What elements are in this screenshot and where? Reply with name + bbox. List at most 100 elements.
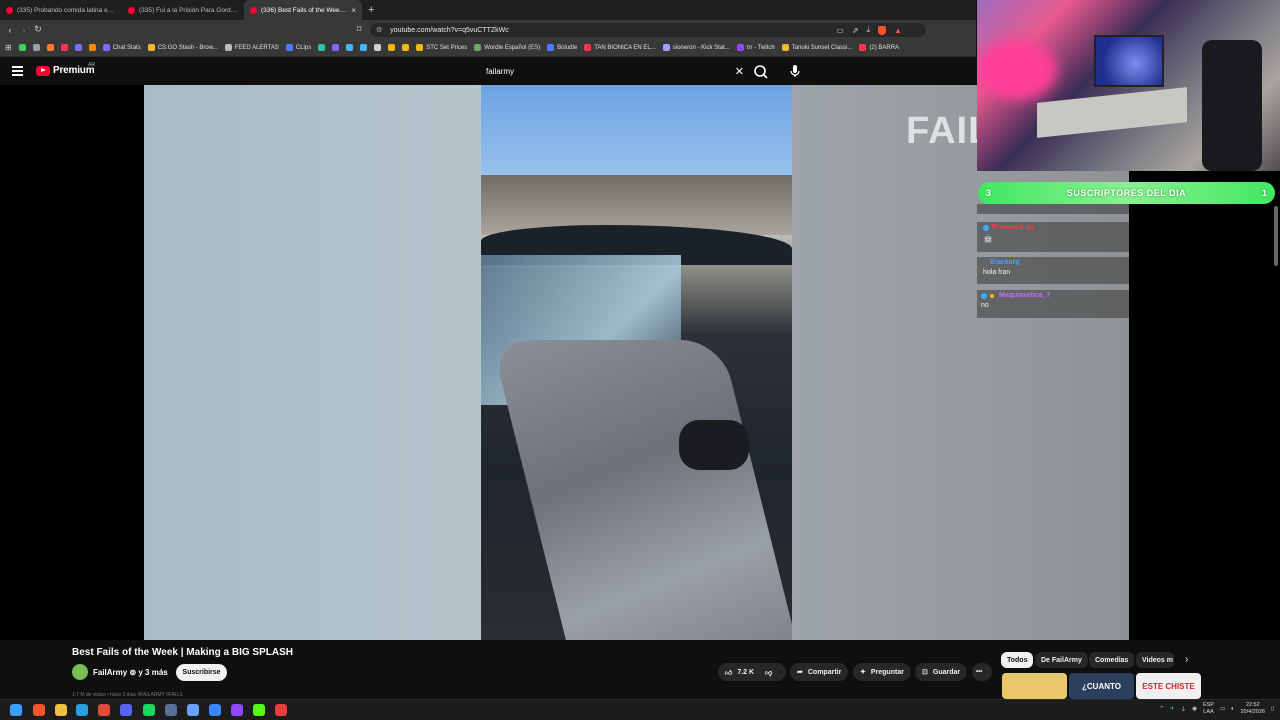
windows-taskbar: ⌃ ✈ ⏚ ◉ ESP LAA ▭ 🔈︎ 22:52 20/4/2026 ▯ bbox=[0, 699, 1280, 720]
spotify-icon[interactable] bbox=[143, 704, 155, 716]
bookmark-item[interactable]: Chat Stats bbox=[102, 44, 141, 51]
chrome-icon[interactable] bbox=[98, 704, 110, 716]
language-indicator[interactable]: ESP LAA bbox=[1203, 702, 1214, 716]
bookmark-item[interactable]: FEED ALERTAS bbox=[224, 44, 279, 51]
youtube-masthead: Premium AR failarmy ✕ bbox=[0, 57, 976, 85]
bookmark-page-icon[interactable]: ⌑ bbox=[352, 24, 366, 35]
network-icon[interactable] bbox=[187, 704, 199, 716]
search-input[interactable]: failarmy ✕ bbox=[480, 61, 746, 81]
save-button[interactable]: ⊡ Guardar bbox=[915, 663, 968, 681]
volume-icon[interactable]: 🔈︎ bbox=[1231, 706, 1234, 713]
bookmark-item[interactable]: Boludle bbox=[547, 44, 577, 51]
bookmark-icon[interactable] bbox=[60, 44, 68, 51]
chat-username-row: Blackarg bbox=[983, 259, 1123, 266]
usb-icon[interactable]: ⏚ bbox=[1181, 705, 1187, 713]
bookmark-favicon-icon bbox=[416, 44, 424, 51]
bookmark-icon[interactable] bbox=[346, 44, 354, 51]
bookmark-icon[interactable] bbox=[332, 44, 340, 51]
subs-count-right: 1 bbox=[1261, 188, 1267, 198]
tray-chevron-icon[interactable]: ⌃ bbox=[1159, 706, 1164, 712]
steam-tray-icon[interactable]: ◉ bbox=[1192, 706, 1197, 712]
subscribe-button[interactable]: Suscribirse bbox=[176, 664, 227, 681]
browser-tab[interactable]: (335) Fui a la Prisión Para Gordos de bbox=[122, 0, 244, 20]
bookmark-icon[interactable] bbox=[374, 44, 382, 51]
bookmark-icon[interactable] bbox=[88, 44, 96, 51]
back-icon[interactable]: ‹ bbox=[3, 25, 17, 35]
chat-username-row: Francock_cs bbox=[983, 224, 1123, 231]
ask-button[interactable]: ✦ Preguntar bbox=[853, 663, 911, 681]
bookmark-icon[interactable] bbox=[18, 44, 26, 51]
video-scene-mirror bbox=[679, 420, 749, 470]
share-page-icon[interactable]: ⇗ bbox=[852, 26, 859, 35]
bookmark-icon[interactable] bbox=[32, 44, 40, 51]
video-player[interactable]: FAIL bbox=[0, 85, 1129, 640]
bookmark-icon[interactable] bbox=[402, 44, 410, 51]
description-peek[interactable]: 1.7 M de vistas • hace 3 días #FAILARMY … bbox=[72, 692, 232, 699]
related-video-thumbnail[interactable] bbox=[1002, 673, 1067, 699]
cast-icon[interactable]: ▭ bbox=[836, 26, 844, 35]
bookmark-item[interactable]: TAN BIONICA EN EL... bbox=[584, 44, 656, 51]
brave-rewards-icon[interactable]: ▲ bbox=[894, 26, 902, 35]
bookmark-item[interactable]: STC Set Prices bbox=[416, 44, 467, 51]
clear-search-icon[interactable]: ✕ bbox=[735, 65, 744, 78]
kick-icon[interactable] bbox=[253, 704, 265, 716]
search-icon[interactable] bbox=[752, 63, 770, 81]
chip-videos[interactable]: Videos m bbox=[1136, 652, 1174, 668]
chip-de-failarmy[interactable]: De FailArmy bbox=[1035, 652, 1088, 668]
tray-app-icon[interactable]: ✈ bbox=[1170, 706, 1175, 712]
like-count[interactable]: 7.2 K bbox=[737, 669, 754, 676]
microphone-icon[interactable] bbox=[787, 63, 803, 79]
reload-icon[interactable]: ↻ bbox=[31, 24, 45, 35]
browser-tab[interactable]: (335) Probando comida latina en JAP bbox=[0, 0, 122, 20]
related-video-thumbnail[interactable]: ¿CUANTO bbox=[1069, 673, 1134, 699]
bookmark-item[interactable]: Tanuki Sunset Classi... bbox=[781, 44, 852, 51]
twitch-icon[interactable] bbox=[231, 704, 243, 716]
bookmarks-bar: ⊞ Chat Stats CS:GO Stash - Brow... FEED AL… bbox=[0, 39, 976, 57]
bookmark-icon[interactable] bbox=[318, 44, 326, 51]
brave-shields-icon[interactable] bbox=[878, 25, 887, 35]
telegram-icon[interactable] bbox=[76, 704, 88, 716]
app-blue-icon[interactable] bbox=[209, 704, 221, 716]
bookmark-item[interactable]: CLips bbox=[285, 44, 311, 51]
browser-tab-active[interactable]: (336) Best Fails of the Week | M... × bbox=[244, 0, 362, 20]
channel-name[interactable]: FailArmy ⊚ y 3 más bbox=[93, 668, 168, 677]
brave-browser-icon[interactable] bbox=[33, 704, 45, 716]
site-info-icon[interactable]: ⚙ bbox=[376, 26, 382, 34]
like-icon[interactable]: 👍︎ bbox=[725, 668, 732, 677]
bookmark-item[interactable]: sioneron - Kick Stat... bbox=[662, 44, 730, 51]
menu-icon[interactable] bbox=[12, 66, 23, 78]
notifications-icon[interactable]: ▯ bbox=[1271, 706, 1274, 712]
bookmark-icon[interactable] bbox=[388, 44, 396, 51]
steam-icon[interactable] bbox=[165, 704, 177, 716]
dislike-icon[interactable]: 👎︎ bbox=[765, 668, 772, 677]
bookmark-item[interactable]: CS:GO Stash - Brow... bbox=[147, 44, 218, 51]
bookmark-favicon-icon bbox=[147, 44, 155, 51]
chip-todos[interactable]: Todos bbox=[1001, 652, 1034, 668]
new-tab-button[interactable]: + bbox=[362, 0, 380, 20]
forward-icon[interactable]: › bbox=[17, 25, 31, 35]
chat-scrollbar[interactable] bbox=[1274, 206, 1278, 266]
share-button[interactable]: ➦ Compartir bbox=[790, 663, 849, 681]
recorder-icon[interactable] bbox=[275, 704, 287, 716]
related-video-thumbnail[interactable]: ESTE CHISTE bbox=[1136, 673, 1201, 699]
apps-grid-icon[interactable]: ⊞ bbox=[5, 43, 12, 52]
bookmark-item[interactable]: (2) BARRA bbox=[859, 44, 899, 51]
search-query: failarmy bbox=[486, 66, 515, 76]
bookmark-icon[interactable] bbox=[46, 44, 54, 51]
network-icon[interactable]: ▭ bbox=[1220, 706, 1225, 712]
bookmark-item[interactable]: trr - Twitch bbox=[736, 44, 775, 51]
bookmark-icon[interactable] bbox=[360, 44, 368, 51]
download-icon[interactable]: ⤓ bbox=[867, 25, 871, 35]
windows-start-icon[interactable] bbox=[10, 704, 22, 716]
channel-avatar[interactable] bbox=[72, 664, 88, 680]
bookmark-icon[interactable] bbox=[74, 44, 82, 51]
more-actions-button[interactable]: ••• bbox=[972, 663, 992, 681]
clock[interactable]: 22:52 20/4/2026 bbox=[1241, 702, 1265, 716]
close-tab-icon[interactable]: × bbox=[351, 6, 356, 15]
chip-comedias[interactable]: Comedias bbox=[1089, 652, 1135, 668]
file-explorer-icon[interactable] bbox=[55, 704, 67, 716]
bookmark-item[interactable]: Wordle Español (ES) bbox=[474, 44, 540, 51]
youtube-logo[interactable]: Premium AR bbox=[36, 62, 95, 76]
chips-next-icon[interactable]: › bbox=[1185, 654, 1188, 665]
discord-icon[interactable] bbox=[120, 704, 132, 716]
